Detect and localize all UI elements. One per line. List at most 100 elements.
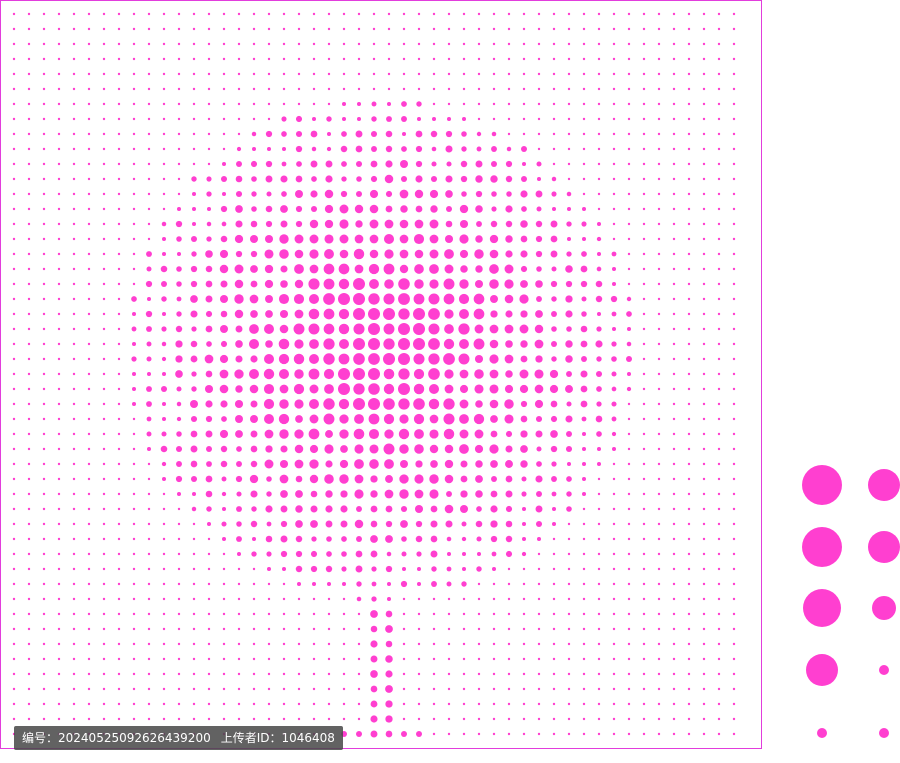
halftone-dot [326,146,332,152]
halftone-dot [519,324,529,334]
halftone-dot [12,567,16,571]
halftone-dot [565,355,573,363]
halftone-dot [458,353,470,365]
halftone-dot [145,310,153,318]
halftone-dot [444,264,454,274]
halftone-dot [235,430,243,438]
halftone-dot [612,192,616,196]
halftone-dot [237,132,241,136]
halftone-dot [12,312,16,316]
halftone-dot [612,327,616,331]
halftone-dot [249,474,259,484]
halftone-dot [264,264,274,274]
halftone-dot [295,190,303,198]
halftone-dot [537,42,541,46]
halftone-dot [353,428,365,440]
halftone-dot [294,279,304,289]
halftone-dot [252,702,256,706]
halftone-dot [627,507,631,511]
halftone-dot [642,702,646,706]
halftone-dot [383,263,395,275]
halftone-dot [87,177,91,181]
halftone-dot [175,340,183,348]
halftone-dot [295,175,303,183]
halftone-dot [504,264,514,274]
halftone-dot [459,219,469,229]
halftone-dot [87,447,91,451]
halftone-dot [627,657,631,661]
halftone-dot [474,324,484,334]
halftone-dot [102,222,106,226]
halftone-dot [27,12,31,16]
halftone-dot [252,567,256,571]
halftone-dot [220,280,228,288]
halftone-dot [582,432,586,436]
halftone-dot [402,132,406,136]
halftone-dot [12,387,16,391]
halftone-dot [702,462,706,466]
halftone-dot [312,12,316,16]
halftone-dot [297,657,301,661]
halftone-dot [627,87,631,91]
halftone-dot [294,234,304,244]
halftone-dot [582,732,586,736]
halftone-dot [687,162,691,166]
halftone-dot [147,462,151,466]
halftone-dot [417,567,421,571]
halftone-dot [432,627,436,631]
halftone-dot [627,717,631,721]
halftone-dot [702,252,706,256]
halftone-dot [191,251,197,257]
halftone-dot [177,612,181,616]
halftone-dot [132,117,136,121]
halftone-dot [234,264,244,274]
halftone-dot [642,237,646,241]
halftone-dot [353,323,365,335]
halftone-dot [552,627,556,631]
halftone-dot [492,732,496,736]
halftone-dot [717,552,721,556]
halftone-dot [250,355,258,363]
halftone-dot [370,475,378,483]
halftone-dot [297,687,301,691]
halftone-dot [612,447,616,451]
halftone-dot [27,612,31,616]
halftone-dot [117,87,121,91]
halftone-dot [102,402,106,406]
halftone-dot [489,369,499,379]
halftone-dot [132,282,136,286]
halftone-dot [369,279,379,289]
halftone-dot [384,249,394,259]
halftone-dot [459,429,469,439]
halftone-dot [447,642,451,646]
halftone-dot [368,323,380,335]
halftone-dot [387,57,391,61]
halftone-dot [339,204,349,214]
halftone-dot [399,219,409,229]
halftone-dot [537,132,541,136]
halftone-dot [657,117,661,121]
halftone-dot [582,87,586,91]
halftone-dot [687,642,691,646]
halftone-dot [147,72,151,76]
halftone-dot [537,102,541,106]
halftone-dot [279,384,289,394]
halftone-dot [102,432,106,436]
halftone-dot [520,265,528,273]
halftone-dot [162,192,166,196]
halftone-dot [267,102,271,106]
halftone-dot [580,340,588,348]
halftone-dot [57,372,61,376]
halftone-dot [42,627,46,631]
halftone-dot [477,42,481,46]
halftone-dot [627,237,631,241]
halftone-dot [398,428,410,440]
halftone-dot [252,102,256,106]
halftone-dot [176,296,182,302]
halftone-dot [687,462,691,466]
halftone-dot [702,417,706,421]
halftone-dot [717,132,721,136]
halftone-dot [732,267,736,271]
halftone-dot [280,445,288,453]
halftone-dot [582,57,586,61]
